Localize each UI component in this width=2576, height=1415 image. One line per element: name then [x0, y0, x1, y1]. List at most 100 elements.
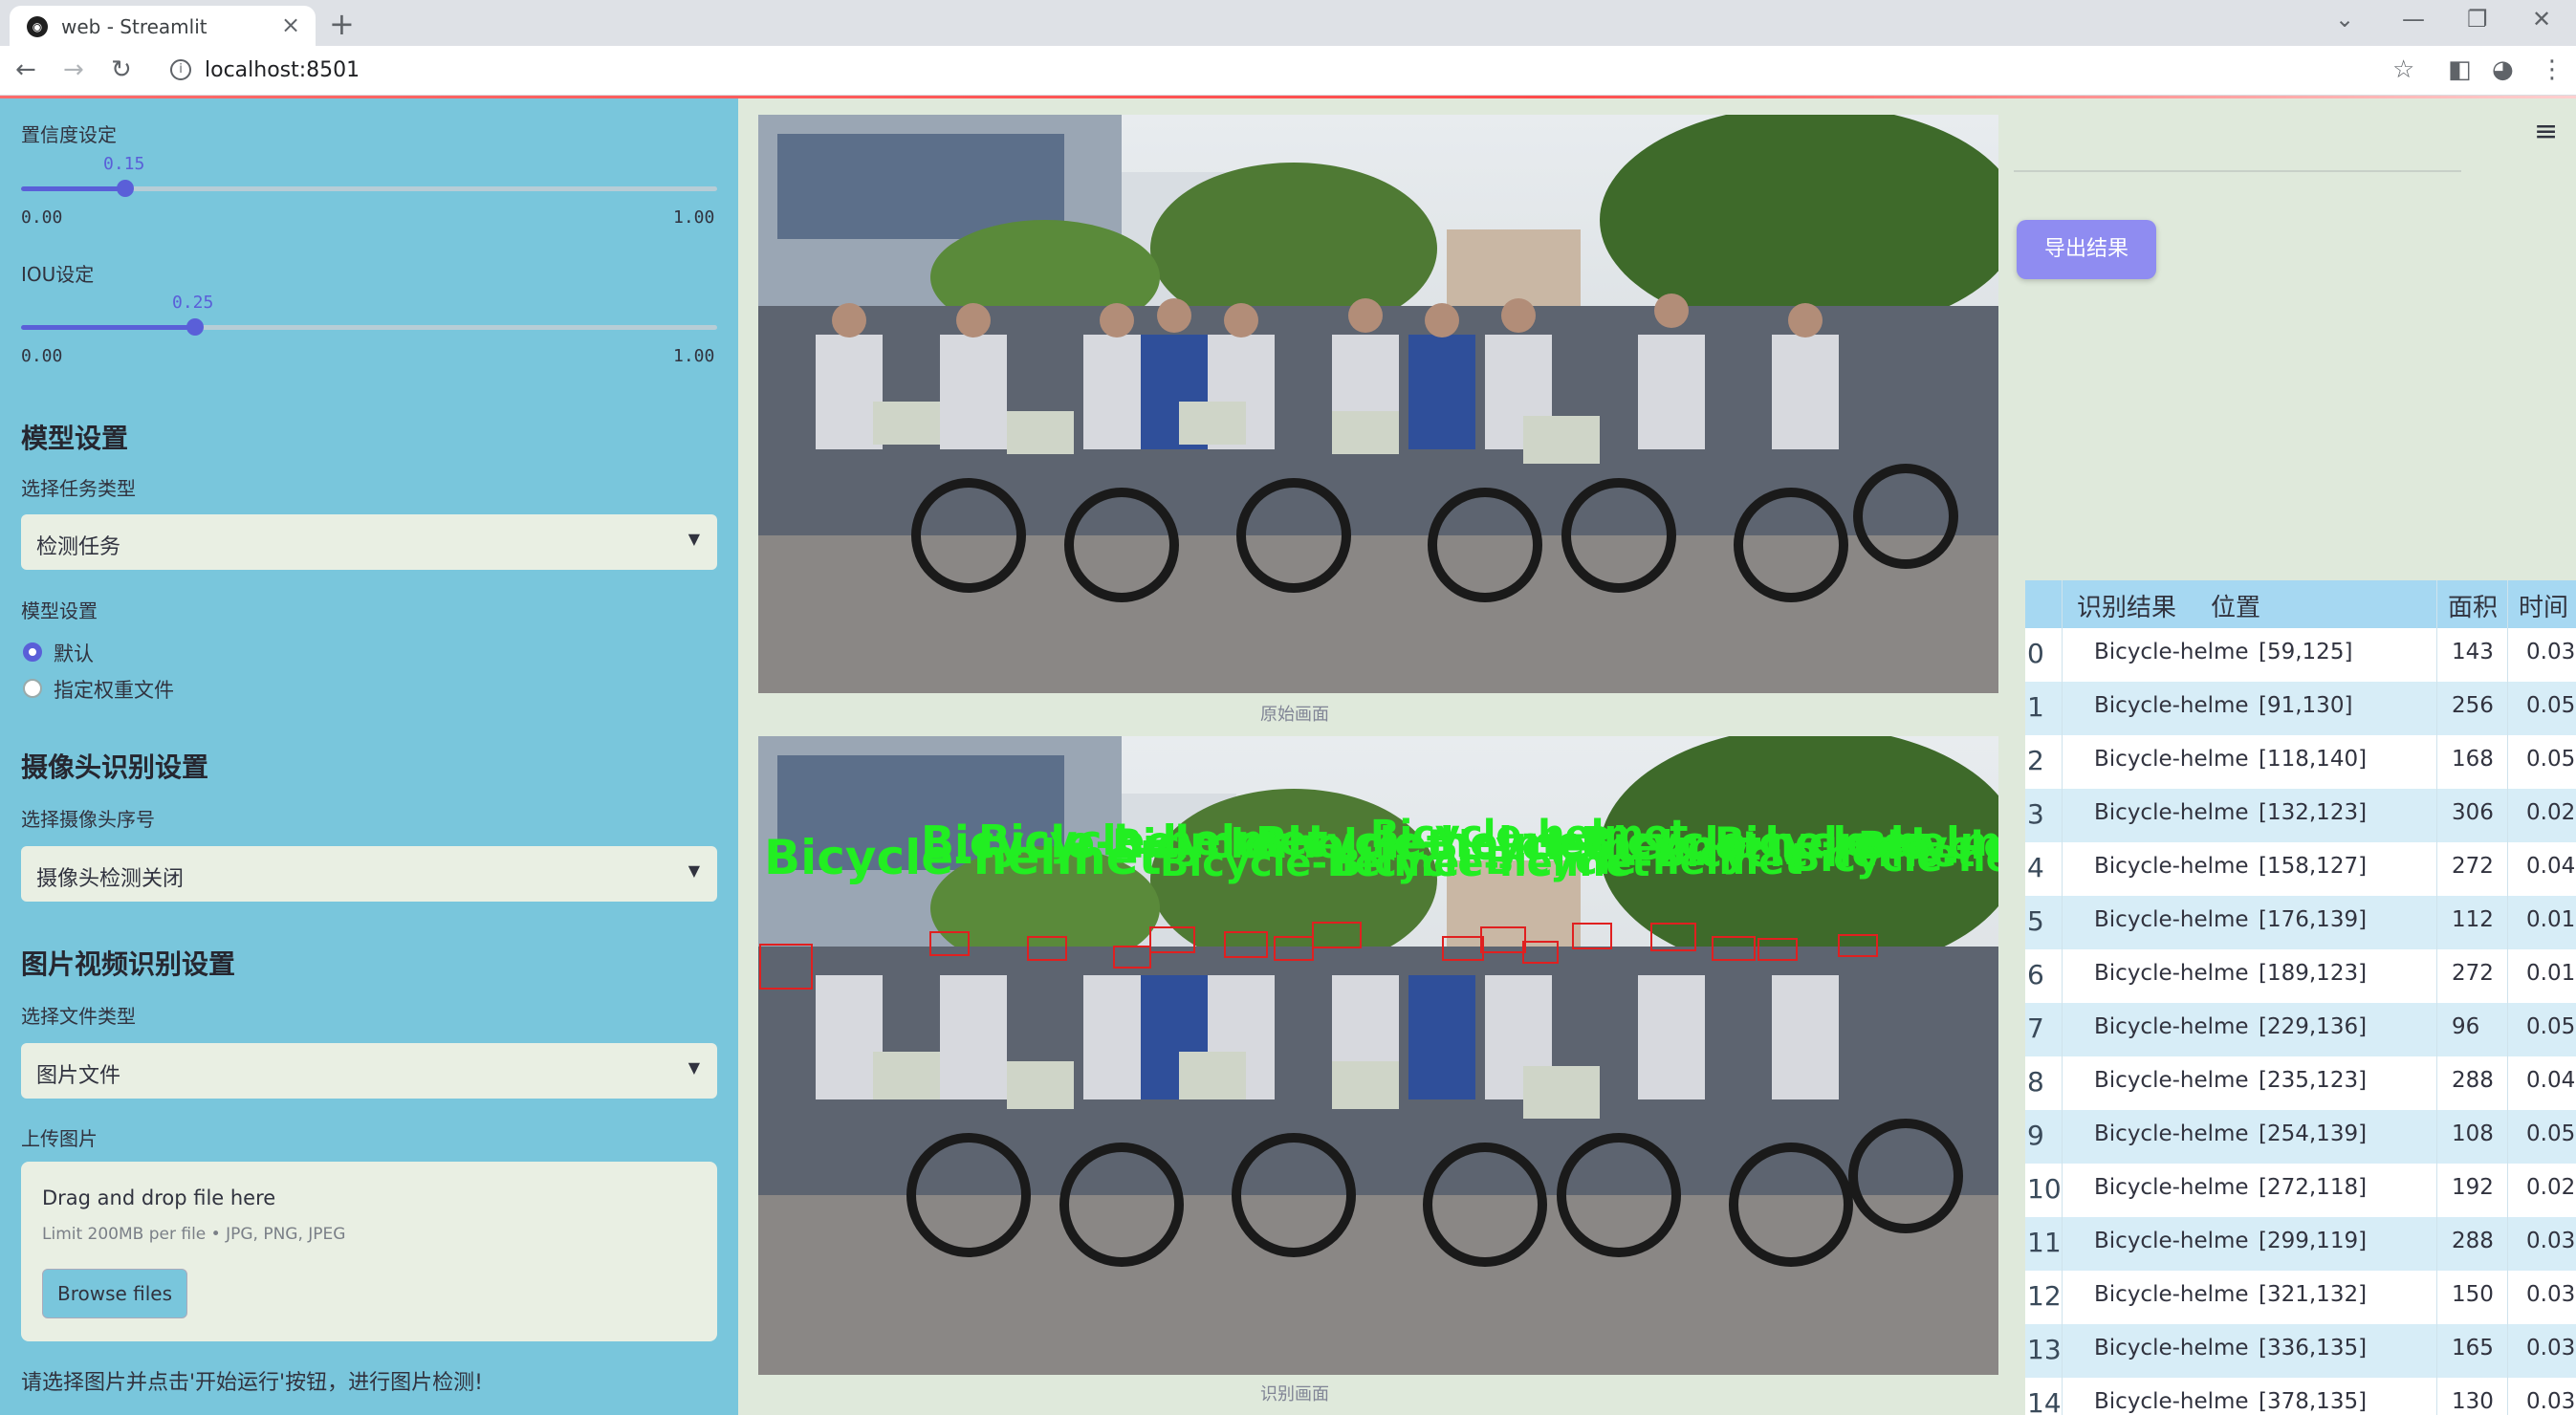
confidence-label: 置信度设定 [21, 123, 117, 146]
cell-result: Bicycle-helme [2094, 1014, 2249, 1039]
radio-default-label[interactable]: 默认 [54, 639, 94, 667]
radio-default[interactable] [23, 642, 42, 662]
camera-index-label: 选择摄像头序号 [21, 808, 155, 831]
table-row[interactable]: 12 Bicycle-helme [321,132] 150 0.03 [2025, 1271, 2576, 1324]
cell-area: 96 [2452, 1014, 2480, 1039]
results-table[interactable]: 识别结果 位置 面积 时间 0 Bicycle-helme [59,125] 143 0… [2025, 580, 2576, 1415]
cell-position: [235,123] [2259, 1068, 2368, 1093]
column-divider [2436, 580, 2437, 1415]
cell-result: Bicycle-helme [2094, 747, 2249, 772]
profile-avatar-icon[interactable]: ◕ [2492, 55, 2514, 84]
cell-result: Bicycle-helme [2094, 854, 2249, 879]
row-index: 14 [2027, 1387, 2062, 1415]
url-field[interactable]: i localhost:8501 [153, 52, 2410, 90]
row-index: 9 [2027, 1120, 2044, 1151]
cell-result: Bicycle-helme [2094, 1389, 2249, 1414]
model-section-title: 模型设置 [21, 423, 129, 454]
table-row[interactable]: 10 Bicycle-helme [272,118] 192 0.02 [2025, 1164, 2576, 1217]
cell-result: Bicycle-helme [2094, 1121, 2249, 1146]
detection-label: Bicycle-helmet [1370, 813, 1689, 857]
chevron-down-icon: ▼ [688, 1058, 700, 1077]
table-row[interactable]: 11 Bicycle-helme [299,119] 288 0.03 [2025, 1217, 2576, 1271]
media-section-title: 图片视频识别设置 [21, 948, 236, 980]
cell-time: 0.04 [2526, 1068, 2576, 1093]
confidence-min: 0.00 [21, 207, 63, 228]
file-dropzone[interactable]: Drag and drop file here Limit 200MB per … [21, 1162, 717, 1341]
row-index: 4 [2027, 852, 2044, 883]
forward-icon[interactable]: → [63, 55, 84, 84]
cell-result: Bicycle-helme [2094, 1175, 2249, 1200]
back-icon[interactable]: ← [15, 55, 36, 84]
cell-area: 108 [2452, 1121, 2494, 1146]
camera-index-select[interactable]: 摄像头检测关闭 ▼ [21, 846, 717, 902]
cell-area: 192 [2452, 1175, 2494, 1200]
browser-tab[interactable]: ◉ web - Streamlit × [10, 6, 316, 46]
iou-slider-thumb[interactable] [186, 318, 204, 336]
restore-icon[interactable]: ❐ [2467, 6, 2488, 33]
tab-close-icon[interactable]: × [281, 11, 300, 38]
task-type-select[interactable]: 检测任务 ▼ [21, 514, 717, 570]
original-image [758, 115, 1998, 693]
table-row[interactable]: 4 Bicycle-helme [158,127] 272 0.04 [2025, 842, 2576, 896]
confidence-slider-fill [21, 186, 126, 191]
task-type-label: 选择任务类型 [21, 477, 136, 500]
cell-time: 0.03 [2526, 1336, 2576, 1361]
header-area[interactable]: 面积 [2448, 588, 2498, 623]
side-panel-icon[interactable]: ◧ [2448, 55, 2472, 84]
cell-position: [59,125] [2259, 640, 2353, 664]
header-result[interactable]: 识别结果 [2077, 588, 2176, 623]
chevron-down-icon: ▼ [688, 530, 700, 548]
cell-position: [299,119] [2259, 1229, 2368, 1253]
iou-min: 0.00 [21, 346, 63, 366]
bookmark-star-icon[interactable]: ☆ [2392, 55, 2414, 84]
new-tab-icon[interactable]: + [329, 6, 355, 42]
table-row[interactable]: 0 Bicycle-helme [59,125] 143 0.03 [2025, 628, 2576, 682]
cell-area: 165 [2452, 1336, 2494, 1361]
table-row[interactable]: 14 Bicycle-helme [378,135] 130 0.03 [2025, 1378, 2576, 1415]
header-time[interactable]: 时间 [2519, 588, 2568, 623]
header-position[interactable]: 位置 [2211, 588, 2260, 623]
table-row[interactable]: 13 Bicycle-helme [336,135] 165 0.03 [2025, 1324, 2576, 1378]
iou-slider-fill [21, 325, 195, 330]
cell-area: 288 [2452, 1068, 2494, 1093]
hamburger-menu-icon[interactable]: ≡ [2534, 115, 2558, 148]
reload-icon[interactable]: ↻ [111, 55, 132, 84]
cell-position: [132,123] [2259, 800, 2368, 825]
row-index: 1 [2027, 691, 2044, 723]
radio-custom-weights[interactable] [23, 679, 42, 698]
row-index: 13 [2027, 1334, 2062, 1365]
table-row[interactable]: 3 Bicycle-helme [132,123] 306 0.02 [2025, 789, 2576, 842]
cell-time: 0.02 [2526, 800, 2576, 825]
confidence-slider-thumb[interactable] [117, 180, 135, 197]
cell-area: 143 [2452, 640, 2494, 664]
confidence-slider[interactable] [21, 180, 717, 197]
table-row[interactable]: 9 Bicycle-helme [254,139] 108 0.05 [2025, 1110, 2576, 1164]
file-type-select[interactable]: 图片文件 ▼ [21, 1043, 717, 1099]
task-type-value: 检测任务 [36, 535, 121, 559]
table-row[interactable]: 6 Bicycle-helme [189,123] 272 0.01 [2025, 949, 2576, 1003]
cell-area: 150 [2452, 1282, 2494, 1307]
table-row[interactable]: 2 Bicycle-helme [118,140] 168 0.05 [2025, 735, 2576, 789]
iou-slider[interactable] [21, 318, 717, 336]
site-info-icon[interactable]: i [170, 59, 191, 80]
cell-result: Bicycle-helme [2094, 640, 2249, 664]
browser-menu-icon[interactable]: ⋮ [2540, 55, 2565, 84]
table-row[interactable]: 1 Bicycle-helme [91,130] 256 0.05 [2025, 682, 2576, 735]
cell-position: [229,136] [2259, 1014, 2368, 1039]
minimize-icon[interactable]: — [2402, 6, 2425, 33]
table-row[interactable]: 5 Bicycle-helme [176,139] 112 0.01 [2025, 896, 2576, 949]
cell-result: Bicycle-helme [2094, 1229, 2249, 1253]
close-window-icon[interactable]: ✕ [2532, 6, 2551, 33]
divider [2014, 170, 2461, 172]
row-index: 8 [2027, 1066, 2044, 1098]
cell-time: 0.05 [2526, 1121, 2576, 1146]
radio-custom-weights-label[interactable]: 指定权重文件 [54, 675, 174, 704]
cell-result: Bicycle-helme [2094, 800, 2249, 825]
tab-search-icon[interactable]: ⌄ [2335, 6, 2354, 33]
table-row[interactable]: 7 Bicycle-helme [229,136] 96 0.05 [2025, 1003, 2576, 1056]
row-index: 0 [2027, 638, 2044, 669]
export-results-button[interactable]: 导出结果 [2017, 220, 2156, 279]
table-row[interactable]: 8 Bicycle-helme [235,123] 288 0.04 [2025, 1056, 2576, 1110]
file-type-value: 图片文件 [36, 1064, 121, 1088]
browse-files-button[interactable]: Browse files [42, 1269, 187, 1318]
